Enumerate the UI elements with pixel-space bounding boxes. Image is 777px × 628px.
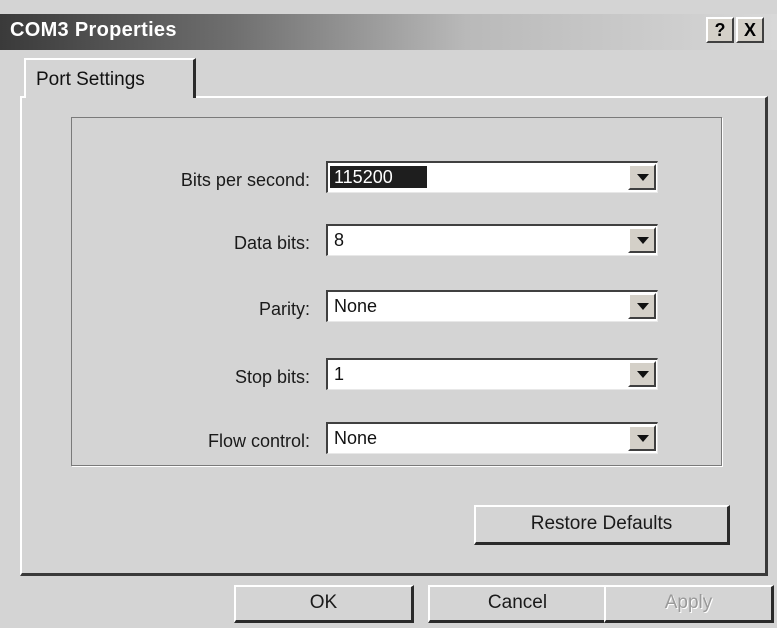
parity-label: Parity: — [258, 299, 310, 319]
flow-control-label: Flow control: — [207, 431, 310, 451]
parity-select[interactable]: None — [326, 290, 658, 322]
flow-control-select[interactable]: None — [326, 422, 658, 454]
data-bits-select[interactable]: 8 — [326, 224, 658, 256]
data-bits-value: 8 — [334, 230, 345, 250]
window-title: COM3 Properties — [10, 19, 177, 41]
ok-button[interactable]: OK — [234, 585, 414, 623]
bits-per-second-select[interactable]: 115200 — [326, 161, 658, 193]
chevron-down-icon[interactable] — [628, 293, 656, 319]
close-button[interactable]: X — [736, 17, 764, 43]
chevron-down-icon[interactable] — [628, 227, 656, 253]
chevron-down-icon[interactable] — [628, 164, 656, 190]
restore-defaults-button[interactable]: Restore Defaults — [474, 505, 730, 545]
chevron-down-icon[interactable] — [628, 361, 656, 387]
cancel-button[interactable]: Cancel — [428, 585, 608, 623]
help-button[interactable]: ? — [706, 17, 734, 43]
apply-button[interactable]: Apply — [604, 585, 774, 623]
tab-label: Port Settings — [36, 69, 145, 90]
tab-port-settings[interactable]: Port Settings — [24, 58, 196, 98]
properties-dialog: COM3 Properties ? X Port Settings Bits p… — [0, 0, 777, 628]
stop-bits-value: 1 — [334, 364, 345, 384]
title-bar: COM3 Properties ? X — [0, 14, 777, 50]
data-bits-label: Data bits: — [233, 233, 310, 253]
stop-bits-select[interactable]: 1 — [326, 358, 658, 390]
flow-control-value: None — [334, 428, 378, 448]
bits-per-second-value: 115200 — [330, 166, 427, 188]
stop-bits-label: Stop bits: — [234, 367, 310, 387]
close-icon: X — [743, 20, 756, 40]
help-icon: ? — [714, 20, 726, 40]
parity-value: None — [334, 296, 378, 316]
bits-per-second-label: Bits per second: — [180, 170, 310, 190]
chevron-down-icon[interactable] — [628, 425, 656, 451]
